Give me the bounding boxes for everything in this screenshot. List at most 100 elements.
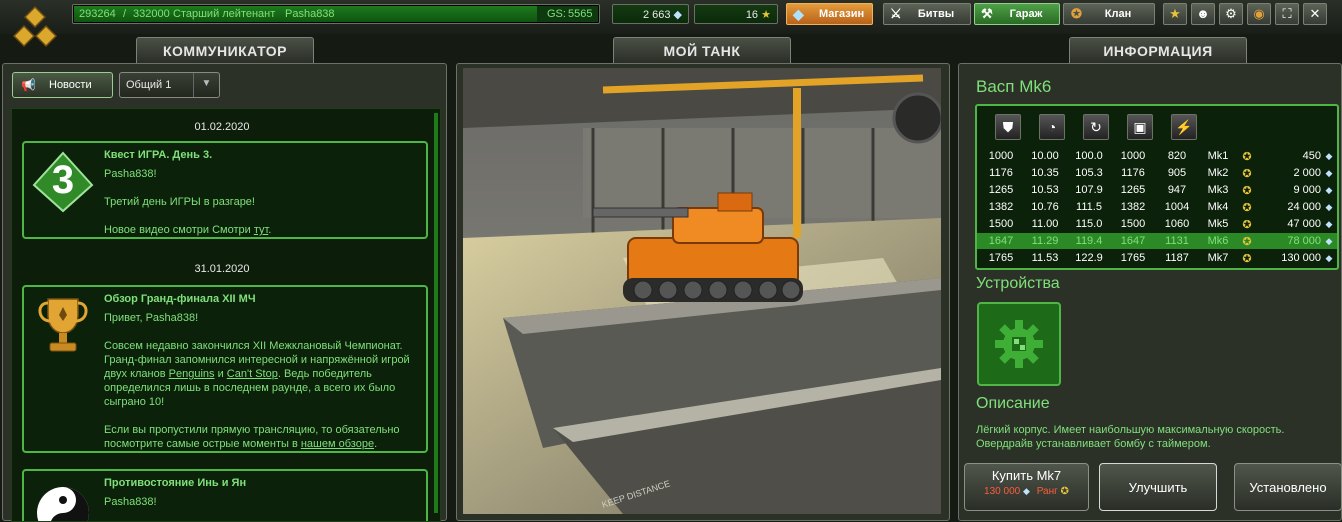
star-icon: ★ (761, 9, 771, 21)
rank-chevron-icon: ✪ (1242, 151, 1252, 163)
stat-value: 947 (1167, 184, 1187, 196)
feed-scrollbar[interactable] (434, 113, 438, 513)
upgrade-price: 9 000 (1293, 184, 1321, 196)
stat-value: 1000 (988, 150, 1014, 162)
upgrade-price: 47 000 (1287, 218, 1321, 230)
news-link[interactable]: Penguins (169, 368, 215, 380)
news-text: и (214, 368, 227, 380)
news-button-label: Новости (49, 79, 92, 91)
garage-button[interactable]: ⚒ Гараж (974, 3, 1060, 25)
channel-select[interactable]: Общий 1 ▼ (119, 72, 220, 98)
buy-meta: 130 000 ◆ Ранг ✪ (965, 486, 1088, 497)
battles-label: Битвы (917, 8, 955, 20)
exit-icon[interactable]: ✕ (1303, 3, 1327, 25)
shop-button[interactable]: ◆ Магазин (786, 3, 873, 25)
stat-value: 122.9 (1075, 252, 1103, 264)
friends-icon[interactable]: ☻ (1191, 3, 1215, 25)
news-card: Противостояние Инь и Ян Pasha838! (22, 469, 428, 521)
crystals-value: 2 663 (642, 9, 671, 21)
armor-icon: ⛊ (995, 114, 1021, 140)
rank-badge-icon: ✪ (1060, 486, 1069, 497)
megaphone-icon: 📢 (21, 78, 36, 92)
news-title: Квест ИГРА. День 3. (104, 149, 213, 161)
sound-icon[interactable]: ◉ (1247, 3, 1271, 25)
device-gear-icon (995, 320, 1043, 368)
xp-total: 332000 (133, 8, 170, 20)
rank-chevron-icon: ✪ (1242, 202, 1252, 214)
upgrade-price: 24 000 (1287, 201, 1321, 213)
clan-label: Клан (1104, 8, 1132, 20)
news-paragraph: Pasha838! (104, 496, 157, 508)
news-button[interactable]: 📢 Новости (12, 72, 113, 98)
tank-preview-panel: KEEP DISTANCE (456, 63, 950, 521)
news-link[interactable]: нашем обзоре (301, 438, 374, 450)
channel-select-value: Общий 1 (126, 79, 172, 91)
xp-separator: / (123, 8, 127, 20)
news-link[interactable]: тут (254, 224, 268, 236)
news-link[interactable]: Can't Stop (227, 368, 278, 380)
rank-chevron-icon: ✪ (1242, 253, 1252, 265)
news-title: Обзор Гранд-финала XII МЧ (104, 293, 256, 305)
stat-value: 1382 (988, 201, 1014, 213)
trophy-icon (38, 298, 88, 352)
stat-value: 1131 (1165, 235, 1189, 247)
upgrade-price: 130 000 (1281, 252, 1321, 264)
garage-scene: KEEP DISTANCE (463, 68, 941, 514)
gs-value: 5565 (568, 8, 593, 20)
stat-value: 105.3 (1075, 167, 1103, 179)
news-paragraph: Третий день ИГРЫ в разгаре! (104, 196, 255, 208)
tab-my-tank[interactable]: МОЙ ТАНК (613, 37, 791, 63)
clan-button[interactable]: ✪ Клан (1063, 3, 1155, 25)
stat-value: 10.35 (1031, 167, 1059, 179)
buy-label: Купить Mk7 (991, 468, 1062, 483)
news-date: 31.01.2020 (194, 263, 250, 275)
upgrade-button[interactable]: Улучшить (1099, 463, 1217, 511)
turn-icon: ↻ (1083, 114, 1109, 140)
upgrade-level: Mk2 (1207, 167, 1229, 179)
username: Pasha838 (285, 8, 335, 20)
upgrade-price: 78 000 (1287, 235, 1321, 247)
news-feed[interactable]: 01.02.2020 3 Квест ИГРА. День 3. Pasha83… (11, 108, 441, 522)
news-text: . (374, 438, 378, 450)
stat-value: 11.00 (1031, 218, 1059, 230)
upgrade-row: 1000 10.00 100.0 1000 820 Mk1 ✪ 450 ◆ (977, 148, 1337, 164)
settings-gear-icon[interactable]: ⚙ (1219, 3, 1243, 25)
stat-value: 1000 (1120, 150, 1146, 162)
rank-insignia-icon[interactable] (10, 4, 60, 50)
rank-chevron-icon: ✪ (1242, 168, 1252, 180)
news-body: Привет, Pasha838! Совсем недавно закончи… (104, 311, 420, 465)
stat-value: 107.9 (1075, 184, 1103, 196)
chevron-down-icon: ▼ (193, 73, 219, 97)
stat-value: 1647 (1120, 235, 1146, 247)
tank-viewport[interactable]: KEEP DISTANCE (463, 68, 941, 514)
upgrade-level: Mk5 (1207, 218, 1229, 230)
crystals-counter[interactable]: 2 663 ◆ (612, 4, 689, 24)
rank-label: Ранг (1036, 486, 1058, 497)
stat-value: 10.00 (1031, 150, 1059, 162)
tab-communicator[interactable]: КОММУНИКАТОР (136, 37, 314, 63)
device-slot[interactable] (977, 302, 1061, 386)
devices-title: Устройства (976, 275, 1060, 292)
battles-button[interactable]: ⚔ Битвы (883, 3, 971, 25)
buy-next-upgrade-button[interactable]: Купить Mk7 130 000 ◆ Ранг ✪ (964, 463, 1089, 511)
yin-yang-icon (37, 487, 89, 521)
favorites-star-icon[interactable]: ★ (1163, 3, 1187, 25)
speed-icon: ◔ (1039, 114, 1065, 140)
item-title: Васп Mk6 (976, 77, 1052, 96)
rank-name: Старший лейтенант (173, 8, 276, 20)
xp-progress-bar: 293264 / 332000 Старший лейтенант Pasha8… (72, 4, 600, 24)
wrench-icon: ⚒ (981, 6, 993, 21)
stars-counter[interactable]: 16 ★ (694, 4, 778, 24)
fullscreen-icon[interactable]: ⛶ (1275, 3, 1299, 25)
installed-button[interactable]: Установлено (1234, 463, 1342, 511)
rank-chevron-icon: ✪ (1242, 236, 1252, 248)
tab-info[interactable]: ИНФОРМАЦИЯ (1069, 37, 1247, 63)
stars-value: 16 (745, 9, 759, 21)
crystal-icon: ◆ (1325, 236, 1333, 246)
stat-value: 1265 (988, 184, 1014, 196)
news-paragraph: Если вы пропустили прямую трансляцию, то… (104, 423, 420, 451)
stat-value: 111.5 (1076, 201, 1102, 213)
stat-value: 1500 (1120, 218, 1146, 230)
stat-value: 1060 (1164, 218, 1190, 230)
stat-value: 1176 (1121, 167, 1145, 179)
